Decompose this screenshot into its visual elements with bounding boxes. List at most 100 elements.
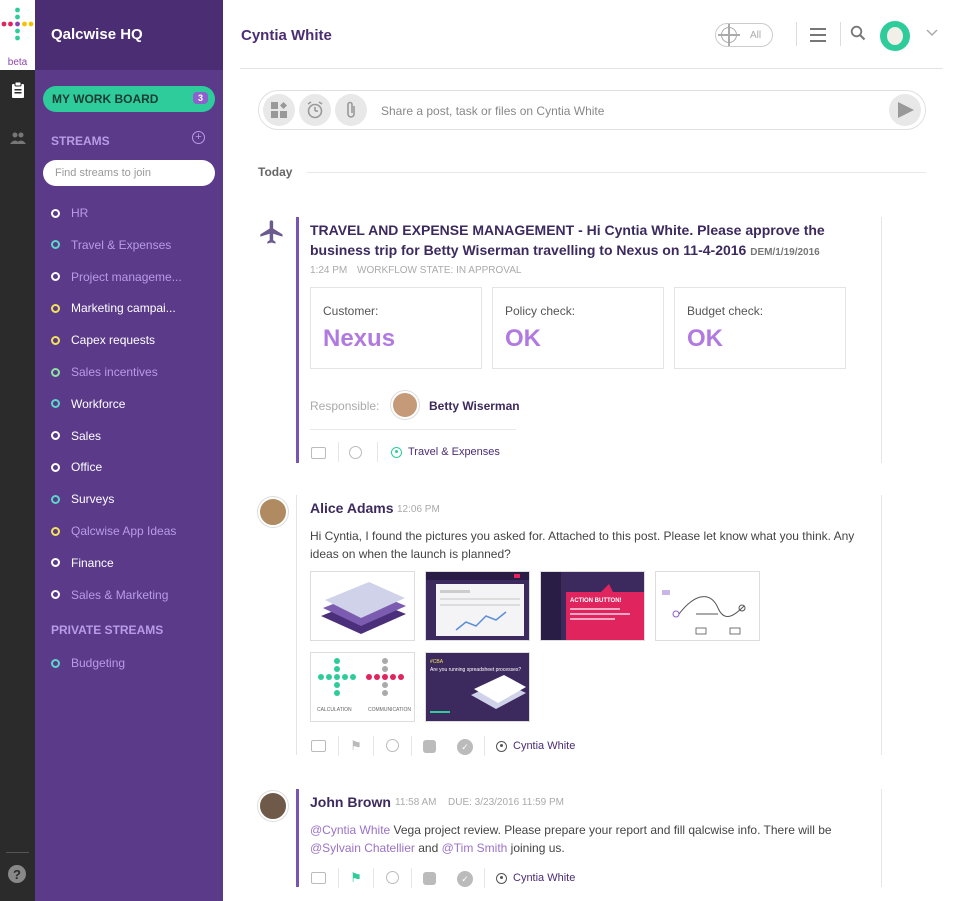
card-value: OK	[687, 325, 723, 352]
stream-item[interactable]: Surveys	[51, 490, 114, 508]
comment-icon[interactable]	[311, 872, 326, 884]
stream-item[interactable]: Capex requests	[51, 331, 155, 349]
stream-tag[interactable]: Travel & Expenses	[391, 446, 500, 458]
post-text: and	[414, 841, 442, 855]
flag-icon[interactable]: ⚑	[348, 738, 364, 754]
stream-item[interactable]: Office	[51, 458, 102, 476]
post-composer[interactable]: Share a post, task or files on Cyntia Wh…	[258, 90, 926, 130]
post-body: Hi Cyntia, I found the pictures you aske…	[310, 529, 855, 561]
paperclip-icon	[347, 101, 355, 118]
filter-all-button[interactable]: All	[715, 23, 773, 47]
reminder-icon[interactable]	[349, 446, 362, 459]
attachment-thumbnail[interactable]	[310, 571, 415, 641]
thumb-caption: CALCULATION	[317, 707, 352, 713]
mention-link[interactable]: @Tim Smith	[442, 841, 508, 855]
stream-dot-icon	[496, 872, 507, 884]
check-icon[interactable]: ✓	[457, 739, 473, 755]
action-divider	[411, 868, 412, 888]
clipboard-icon[interactable]	[0, 72, 35, 108]
stream-item[interactable]: HR	[51, 204, 88, 222]
attachment-thumbnail[interactable]: CALCULATION COMMUNICATION	[310, 652, 415, 722]
stream-dot-icon	[51, 431, 60, 441]
stream-dot-icon	[51, 399, 60, 409]
attachment-thumbnail[interactable]	[655, 571, 760, 641]
task-code: DEM/1/19/2016	[750, 247, 820, 258]
post-accent-bar	[296, 789, 299, 887]
search-icon[interactable]	[850, 25, 866, 46]
stream-label: Sales	[71, 428, 102, 443]
stream-dot-icon	[496, 740, 507, 752]
flag-icon[interactable]: ⚑	[348, 870, 364, 886]
work-board-label: MY WORK BOARD	[52, 92, 159, 106]
author-avatar[interactable]	[258, 791, 288, 821]
author-name[interactable]: John Brown	[310, 794, 391, 810]
task-title[interactable]: TRAVEL AND EXPENSE MANAGEMENT - Hi Cynti…	[310, 220, 860, 263]
attachment-thumbnail[interactable]	[425, 571, 530, 641]
stream-tag[interactable]: Cyntia White	[496, 872, 575, 884]
stream-tag[interactable]: Cyntia White	[496, 740, 575, 752]
stream-item[interactable]: Project manageme...	[51, 268, 182, 286]
policy-check-card: Policy check: OK	[492, 287, 664, 369]
archive-icon[interactable]	[423, 872, 436, 885]
stream-dot-icon	[51, 526, 60, 536]
stream-item[interactable]: Qalcwise App Ideas	[51, 522, 176, 540]
stream-item[interactable]: Travel & Expenses	[51, 236, 171, 254]
action-divider	[377, 442, 378, 462]
stream-label: Project manageme...	[71, 269, 182, 284]
stream-label: Sales incentives	[71, 365, 158, 379]
add-stream-icon[interactable]: +	[192, 131, 205, 144]
menu-icon[interactable]	[810, 28, 826, 46]
composer-placeholder[interactable]: Share a post, task or files on Cyntia Wh…	[381, 104, 604, 118]
my-work-board-button[interactable]: MY WORK BOARD 3	[43, 86, 215, 112]
send-icon[interactable]	[889, 94, 921, 126]
author-avatar[interactable]	[258, 497, 288, 527]
chevron-down-icon[interactable]	[926, 26, 938, 40]
attachment-thumbnail[interactable]: #CBA Are you running spreadsheet process…	[425, 652, 530, 722]
help-icon[interactable]: ?	[8, 865, 26, 883]
reminder-icon[interactable]	[386, 739, 399, 752]
stream-item[interactable]: Workforce	[51, 395, 125, 413]
find-streams-input[interactable]	[43, 160, 215, 186]
comment-icon[interactable]	[311, 447, 326, 459]
stream-item[interactable]: Finance	[51, 554, 114, 572]
reminder-button[interactable]	[299, 94, 331, 126]
user-avatar[interactable]	[880, 21, 910, 51]
people-icon[interactable]	[0, 120, 35, 156]
header: Cyntia White All	[223, 0, 960, 69]
stream-item[interactable]: Marketing campai...	[51, 299, 176, 317]
stream-item[interactable]: Sales	[51, 427, 101, 445]
post-right-border	[881, 789, 882, 887]
header-divider-line	[240, 68, 943, 69]
archive-icon[interactable]	[423, 740, 436, 753]
customer-card: Customer: Nexus	[310, 287, 482, 369]
post-accent-bar	[296, 217, 299, 463]
mention-link[interactable]: @Cyntia White	[310, 823, 390, 837]
responsible-name[interactable]: Betty Wiserman	[429, 399, 520, 413]
stream-item[interactable]: Sales incentives	[51, 363, 158, 381]
responsible-avatar[interactable]	[391, 391, 419, 419]
reminder-icon[interactable]	[386, 871, 399, 884]
author-name[interactable]: Alice Adams	[310, 500, 394, 516]
stream-dot-icon	[51, 240, 60, 250]
qalcwise-logo[interactable]: beta	[0, 0, 35, 70]
stream-dot-icon	[51, 462, 60, 472]
stream-item[interactable]: Budgeting	[51, 654, 125, 672]
stream-label: Travel & Expenses	[71, 237, 172, 252]
action-divider	[373, 868, 374, 888]
streams-heading: STREAMS	[51, 134, 110, 148]
card-value: OK	[505, 325, 541, 352]
check-icon[interactable]: ✓	[457, 871, 473, 887]
comment-icon[interactable]	[311, 740, 326, 752]
workspace-title[interactable]: Qalcwise HQ	[35, 0, 223, 70]
due-date: DUE: 3/23/2016 11:59 PM	[448, 797, 564, 808]
stream-dot-icon	[51, 558, 60, 568]
stream-label: Finance	[71, 555, 114, 570]
action-divider	[373, 736, 374, 756]
rail-divider	[6, 852, 29, 853]
attachment-thumbnail[interactable]: ACTION BUTTON!	[540, 571, 645, 641]
stream-item[interactable]: Sales & Marketing	[51, 586, 168, 604]
apps-button[interactable]	[263, 94, 295, 126]
attach-button[interactable]	[335, 94, 367, 126]
stream-dot-icon	[51, 494, 60, 504]
mention-link[interactable]: @Sylvain Chatellier	[310, 841, 415, 855]
